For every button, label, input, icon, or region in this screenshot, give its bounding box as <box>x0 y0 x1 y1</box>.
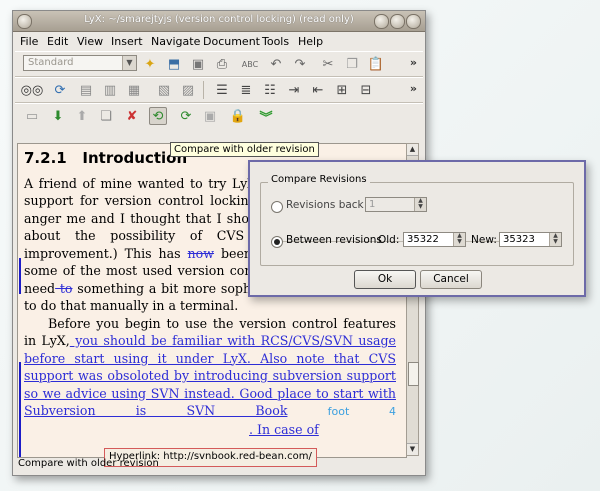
save-icon[interactable]: ▣ <box>189 55 207 73</box>
change-bar <box>19 258 21 294</box>
old-revision-value: 35322 <box>407 234 439 245</box>
menu-navigate[interactable]: Navigate <box>151 35 200 48</box>
paste-icon[interactable]: 📋 <box>367 55 385 73</box>
vc-register-icon[interactable]: ▭ <box>23 107 41 125</box>
revisions-back-radio[interactable] <box>271 201 283 213</box>
menu-insert[interactable]: Insert <box>111 35 143 48</box>
enumerate-icon[interactable]: ≣ <box>237 81 255 99</box>
vc-annotate-icon[interactable]: ▣ <box>201 107 219 125</box>
group-title: Compare Revisions <box>268 174 370 185</box>
refresh-icon[interactable]: ⟳ <box>51 81 69 99</box>
between-revisions-radio[interactable] <box>271 236 283 248</box>
spin-arrows-icon[interactable]: ▲ ▼ <box>453 233 465 246</box>
new-revision-label: New: <box>471 234 497 246</box>
cancel-button[interactable]: Cancel <box>420 270 482 289</box>
deleted-text: to <box>55 280 73 296</box>
menu-tools[interactable]: Tools <box>262 35 289 48</box>
spin-arrows-icon[interactable]: ▲ ▼ <box>549 233 561 246</box>
view-icon[interactable]: ◎◎ <box>21 81 44 99</box>
chevron-down-icon[interactable]: ▼ <box>122 56 136 70</box>
menu-bar: File Edit View Insert Navigate Document … <box>13 32 425 50</box>
toolbar-overflow-icon[interactable]: » <box>410 56 417 69</box>
maximize-button[interactable] <box>390 14 405 29</box>
vc-compare-icon[interactable]: ⟳ <box>177 107 195 125</box>
scroll-up-icon[interactable]: ▲ <box>407 144 418 156</box>
indent-less-icon[interactable]: ⇤ <box>309 81 327 99</box>
revisions-back-spinbox[interactable]: 1 ▲ ▼ <box>365 197 427 212</box>
vc-checkin-icon[interactable]: ⬇ <box>49 107 67 125</box>
update-icon[interactable]: ▧ <box>155 81 173 99</box>
toolbar-tooltip: Compare with older revision <box>170 142 319 157</box>
paragraph-style-combo[interactable]: Standard ▼ <box>23 55 137 71</box>
inserted-text: . In case of <box>249 421 319 437</box>
menu-file[interactable]: File <box>20 35 38 48</box>
paragraph-style-value: Standard <box>28 57 74 68</box>
menu-document[interactable]: Document <box>203 35 260 48</box>
title-bar[interactable]: LyX: ~/smarejtyjs (version control locki… <box>13 11 425 32</box>
deleted-text: now <box>187 245 215 261</box>
old-revision-spinbox[interactable]: 35322 ▲ ▼ <box>403 232 466 247</box>
menu-view[interactable]: View <box>77 35 103 48</box>
toolbar-separator <box>203 81 204 99</box>
undo-icon[interactable]: ↶ <box>267 55 285 73</box>
scroll-thumb[interactable] <box>408 362 419 386</box>
menu-help[interactable]: Help <box>298 35 323 48</box>
compare-revisions-dialog: Revisions back 1 ▲ ▼ Between revisions Ol… <box>248 160 586 297</box>
window-title: LyX: ~/smarejtyjs (version control locki… <box>84 14 354 25</box>
vc-expand-icon[interactable]: ︾ <box>257 107 275 126</box>
vc-checkout-icon[interactable]: ⬆ <box>73 107 91 125</box>
vc-compare-older-icon[interactable]: ⟲ <box>149 107 167 125</box>
cut-icon[interactable]: ✂ <box>319 55 337 73</box>
open-icon[interactable]: ⬒ <box>165 55 183 73</box>
standard-toolbar: Standard ▼ ✦ ⬒ ▣ ⎙ ABC ↶ ↷ ✂ ❐ 📋 » <box>15 51 423 77</box>
view-toolbar: ◎◎ ⟳ ▤ ▥ ▦ ▧ ▨ ☰ ≣ ☷ ⇥ ⇤ ⊞ ⊟ » <box>15 77 423 103</box>
change-bar <box>19 362 21 457</box>
spin-arrows-icon[interactable]: ▲ ▼ <box>414 198 426 211</box>
close-button[interactable] <box>406 14 421 29</box>
paragraph-2: Before you begin to use the version cont… <box>24 315 396 437</box>
scroll-down-icon[interactable]: ▼ <box>407 443 418 455</box>
list-icon[interactable]: ☰ <box>213 81 231 99</box>
toolbar2-overflow-icon[interactable]: » <box>410 82 417 95</box>
new-revision-value: 35323 <box>503 234 535 245</box>
redo-icon[interactable]: ↷ <box>291 55 309 73</box>
description-icon[interactable]: ☷ <box>261 81 279 99</box>
revisions-back-label[interactable]: Revisions back <box>286 199 364 211</box>
update2-icon[interactable]: ▨ <box>179 81 197 99</box>
view-dvi-icon[interactable]: ▤ <box>77 81 95 99</box>
ok-button[interactable]: Ok <box>354 270 416 289</box>
compare-revisions-group: Revisions back 1 ▲ ▼ Between revisions Ol… <box>260 182 574 266</box>
footnote-inset[interactable]: foot 4 <box>328 405 396 418</box>
outline2-icon[interactable]: ⊟ <box>357 81 375 99</box>
vc-lock-icon[interactable]: 🔒 <box>229 107 247 125</box>
vc-copy-icon[interactable]: ❏ <box>97 107 115 125</box>
indent-more-icon[interactable]: ⇥ <box>285 81 303 99</box>
copy-icon[interactable]: ❐ <box>343 55 361 73</box>
print-icon[interactable]: ⎙ <box>213 55 231 73</box>
view-ps-icon[interactable]: ▥ <box>101 81 119 99</box>
new-icon[interactable]: ✦ <box>141 55 159 73</box>
new-revision-spinbox[interactable]: 35323 ▲ ▼ <box>499 232 562 247</box>
minimize-button[interactable] <box>374 14 389 29</box>
old-revision-label: Old: <box>378 234 400 246</box>
vc-revert-icon[interactable]: ✘ <box>123 107 141 125</box>
spellcheck-icon[interactable]: ABC <box>241 55 259 73</box>
version-control-toolbar: ▭ ⬇ ⬆ ❏ ✘ ⟲ ⟳ ▣ 🔒 ︾ <box>15 103 423 128</box>
status-bar: Compare with older revision <box>18 458 159 469</box>
outline-icon[interactable]: ⊞ <box>333 81 351 99</box>
menu-edit[interactable]: Edit <box>47 35 68 48</box>
between-revisions-label[interactable]: Between revisions <box>286 234 382 246</box>
view-pdf-icon[interactable]: ▦ <box>125 81 143 99</box>
revisions-back-value: 1 <box>369 199 376 210</box>
